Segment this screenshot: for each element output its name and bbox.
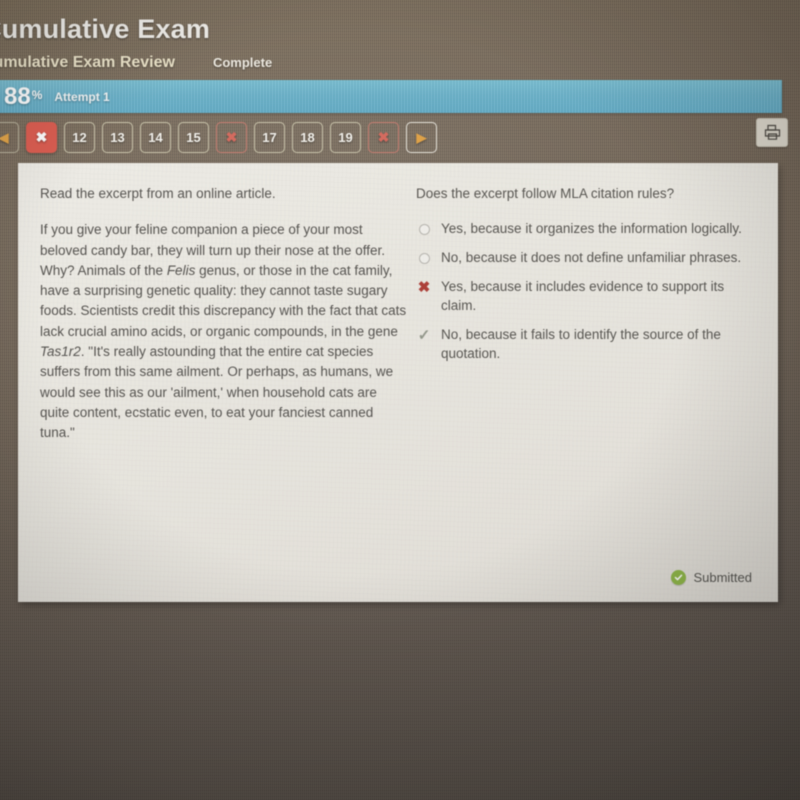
nav-question-11[interactable]: ✖ — [26, 122, 57, 153]
status-badge: Complete — [212, 55, 273, 70]
submitted-status: Submitted — [671, 570, 752, 585]
question-text: Does the excerpt follow MLA citation rul… — [416, 186, 675, 201]
nav-question-13[interactable]: 13 — [102, 122, 133, 153]
question-nav-strip: ◀ ✖ 12 13 14 15 ✖ 17 18 19 ✖ ▶ — [0, 122, 437, 153]
print-button[interactable] — [756, 118, 788, 147]
excerpt-column: Read the excerpt from an online article.… — [40, 185, 408, 602]
nav-question-15[interactable]: 15 — [178, 122, 209, 153]
nav-question-12[interactable]: 12 — [64, 122, 95, 153]
excerpt-italic-felis: Felis — [166, 262, 196, 278]
excerpt-prompt: Read the excerpt from an online article. — [40, 186, 276, 201]
nav-question-20[interactable]: ✖ — [368, 122, 399, 153]
answer-option-2-label: No, because it does not define unfamilia… — [441, 250, 742, 266]
nav-question-14[interactable]: 14 — [140, 122, 171, 153]
answer-option-4-correct[interactable]: ✓ No, because it fails to identify the s… — [416, 325, 752, 363]
nav-question-19[interactable]: 19 — [330, 122, 361, 153]
answer-option-1-label: Yes, because it organizes the informatio… — [441, 221, 742, 237]
nav-next-button[interactable]: ▶ — [406, 122, 437, 153]
nav-prev-button[interactable]: ◀ — [0, 122, 19, 153]
breadcrumb-exam-review[interactable]: Cumulative Exam Review — [0, 54, 175, 72]
cross-mark-icon: ✖ — [417, 278, 431, 296]
page-title: Cumulative Exam — [0, 14, 211, 44]
nav-question-16[interactable]: ✖ — [216, 122, 247, 153]
question-column: Does the excerpt follow MLA citation rul… — [414, 185, 752, 602]
answer-option-3-selected-incorrect[interactable]: ✖ Yes, because it includes evidence to s… — [416, 277, 752, 315]
score-progress-bar: 88 % Attempt 1 — [0, 80, 782, 113]
submitted-label: Submitted — [693, 570, 752, 585]
answer-option-1[interactable]: Yes, because it organizes the informatio… — [416, 219, 752, 238]
radio-unselected-icon[interactable] — [416, 249, 432, 267]
page-header: Cumulative Exam Cumulative Exam Review C… — [0, 14, 800, 72]
breadcrumb: Cumulative Exam Review Complete — [0, 54, 800, 72]
excerpt-text-part-3: . "It's really astounding that the entir… — [40, 344, 394, 441]
check-mark-icon: ✓ — [417, 326, 431, 344]
attempt-label: Attempt 1 — [54, 89, 110, 104]
score-percent-symbol: % — [31, 88, 43, 102]
question-card: Read the excerpt from an online article.… — [18, 163, 778, 602]
exam-page: Cumulative Exam Cumulative Exam Review C… — [0, 0, 800, 800]
excerpt-italic-tas1r2: Tas1r2 — [40, 344, 81, 359]
answer-option-4-label: No, because it fails to identify the sou… — [441, 327, 721, 362]
nav-question-18[interactable]: 18 — [292, 122, 323, 153]
submitted-check-icon — [671, 570, 687, 585]
radio-unselected-icon[interactable] — [416, 220, 432, 238]
answer-option-3-label: Yes, because it includes evidence to sup… — [441, 279, 725, 314]
excerpt-body: If you give your feline companion a piec… — [40, 220, 408, 443]
score-value: 88 — [4, 82, 31, 110]
print-icon — [764, 124, 780, 140]
answer-option-2[interactable]: No, because it does not define unfamilia… — [416, 248, 752, 267]
nav-question-17[interactable]: 17 — [254, 122, 285, 153]
